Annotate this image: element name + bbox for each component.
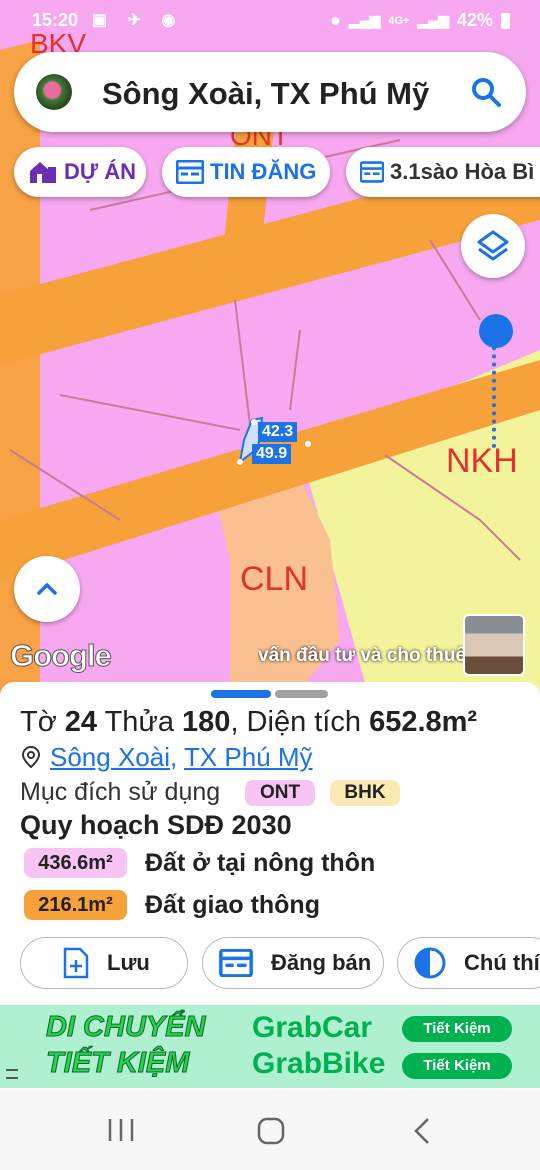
status-right: ● ▂▄▆ 4G+ ▂▄▆ 42% xyxy=(330,10,510,31)
plan-title: Quy hoạch SDĐ 2030 xyxy=(20,810,292,840)
sheet-handle[interactable] xyxy=(275,690,328,698)
save-button[interactable]: Lưu xyxy=(20,937,188,989)
parcel-title: Tờ 24 Thửa 180, Diện tích 652.8m² xyxy=(20,706,477,739)
location-sep: , xyxy=(169,742,184,772)
location-pin-icon xyxy=(21,745,41,769)
sheet-handle-active[interactable] xyxy=(211,690,271,698)
parcel-area: 652.8m² xyxy=(369,706,478,738)
house-icon xyxy=(30,162,56,183)
area-prefix: , Diện tích xyxy=(230,706,370,738)
ad-brand-1: GrabCar xyxy=(252,1011,373,1044)
video-thumbnail[interactable] xyxy=(463,614,525,676)
chevron-up-icon xyxy=(37,583,57,595)
post-sale-label: Đăng bán xyxy=(271,950,372,975)
system-nav-bar xyxy=(0,1090,540,1170)
purpose-badge-bhk: BHK xyxy=(330,780,400,806)
sheet-number: 24 xyxy=(64,706,98,738)
chip-listing-label: 3.1sào Hòa Bì xyxy=(390,159,535,184)
title-mid: Thửa xyxy=(97,706,183,738)
plan-area-badge-2: 216.1m² xyxy=(24,890,127,920)
ad-line-2: TIẾT KIỆM xyxy=(45,1047,190,1080)
listing-icon xyxy=(176,160,204,184)
location-icon: ● xyxy=(330,10,341,30)
map-label-nkh: NKH xyxy=(446,442,518,480)
chip-tin-dang-label: TIN ĐĂNG xyxy=(210,159,317,184)
layers-icon xyxy=(477,230,509,261)
back-icon[interactable] xyxy=(410,1116,434,1146)
recent-apps-icon[interactable] xyxy=(106,1116,136,1144)
layers-button[interactable] xyxy=(461,214,525,278)
ad-line-1: DI CHUYỂN xyxy=(46,1011,207,1044)
network-type: 4G+ xyxy=(388,14,410,27)
expand-up-button[interactable] xyxy=(14,556,80,622)
ad-banner[interactable]: DI CHUYỂN TIẾT KIỆM GrabCar GrabBike Tiế… xyxy=(0,1005,540,1088)
home-icon[interactable] xyxy=(256,1116,286,1146)
map-label-cln: CLN xyxy=(240,560,309,598)
contrast-icon xyxy=(414,947,446,979)
parcel-location: Sông Xoài, TX Phú Mỹ xyxy=(21,742,313,773)
status-bar: 15:20 ▣ ✈ ◉ ● ▂▄▆ 4G+ ▂▄▆ 42% xyxy=(0,0,540,40)
ad-pill-1: Tiết Kiệm xyxy=(402,1016,512,1042)
post-sale-button[interactable]: Đăng bán xyxy=(202,937,384,989)
add-document-icon xyxy=(63,947,89,979)
search-icon[interactable] xyxy=(470,76,502,108)
signal-icon-2: ▂▄▆ xyxy=(417,12,449,28)
purpose-badge-ont: ONT xyxy=(245,780,315,806)
chip-du-an-label: DỰ ÁN xyxy=(64,159,137,184)
notification-icons: ▣ ✈ ◉ xyxy=(92,12,184,29)
plan-area-label-1: Đất ở tại nông thôn xyxy=(145,849,376,877)
measure-label-2: 49.9 xyxy=(252,444,292,464)
battery-icon xyxy=(501,12,510,29)
signal-icon: ▂▄▆ xyxy=(348,12,381,28)
plan-area-label-2: Đất giao thông xyxy=(145,891,320,919)
battery-percent: 42% xyxy=(456,10,493,30)
ad-menu-icon[interactable] xyxy=(6,1069,18,1079)
plan-area-badge-1: 436.6m² xyxy=(24,848,127,878)
listing-icon xyxy=(219,949,253,977)
parcel-info-sheet: Tờ 24 Thửa 180, Diện tích 652.8m² Sông X… xyxy=(0,682,540,1002)
lot-number: 180 xyxy=(182,706,231,738)
search-bar[interactable]: Sông Xoài, TX Phú Mỹ xyxy=(14,52,526,132)
purpose-label: Mục đích sử dụng xyxy=(20,778,221,806)
status-time: 15:20 xyxy=(32,10,79,30)
location-town-link[interactable]: TX Phú Mỹ xyxy=(184,742,313,772)
title-prefix: Tờ xyxy=(20,706,65,738)
google-logo: Google xyxy=(10,638,113,674)
ad-brand-2: GrabBike xyxy=(252,1047,386,1080)
legend-label: Chú thí xyxy=(464,950,540,975)
avatar[interactable] xyxy=(36,74,72,110)
chip-du-an[interactable]: DỰ ÁN xyxy=(14,147,146,197)
ad-pill-2: Tiết Kiệm xyxy=(402,1053,512,1079)
listing-icon xyxy=(360,161,384,183)
measure-label-1: 42.3 xyxy=(258,422,298,442)
chip-tin-dang[interactable]: TIN ĐĂNG xyxy=(162,147,330,197)
legend-button[interactable]: Chú thí xyxy=(397,937,540,989)
location-ward-link[interactable]: Sông Xoài xyxy=(50,742,170,772)
chip-listing[interactable]: 3.1sào Hòa Bì xyxy=(346,147,540,197)
opacity-slider-handle[interactable] xyxy=(479,314,513,348)
ticker-text: vấn đầu tư và cho thuê xyxy=(258,645,467,666)
save-label: Lưu xyxy=(107,950,150,975)
search-query[interactable]: Sông Xoài, TX Phú Mỹ xyxy=(102,76,429,112)
